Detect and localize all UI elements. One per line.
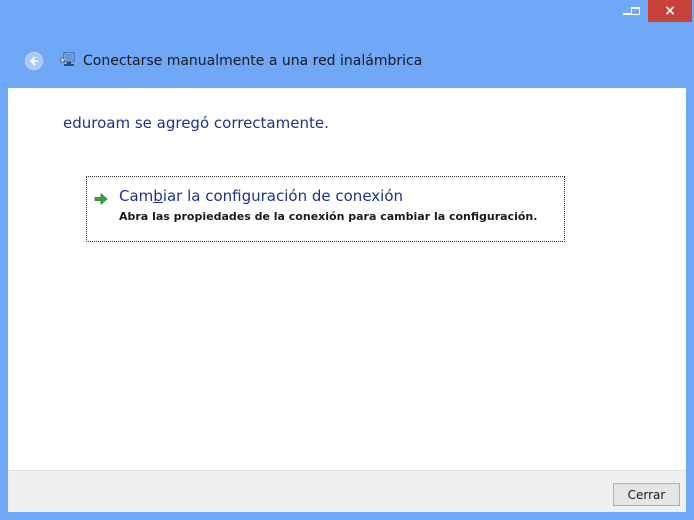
close-button[interactable]: Cerrar — [613, 483, 680, 506]
option-title-pre: Cam — [119, 187, 154, 205]
dialog-window: × Conectarse manualmente a una red inalá… — [0, 0, 694, 520]
option-description: Abra las propiedades de la conexión para… — [119, 210, 538, 223]
option-title-accelerator: b — [153, 187, 163, 205]
close-icon: × — [664, 3, 676, 19]
close-window-button[interactable]: × — [648, 0, 692, 22]
footer-bar: Cerrar — [8, 470, 686, 512]
change-connection-settings-option[interactable]: Cambiar la configuración de conexión Abr… — [86, 176, 565, 242]
network-icon — [60, 52, 75, 66]
option-title: Cambiar la configuración de conexión — [119, 187, 403, 205]
green-arrow-icon — [94, 193, 108, 205]
title-bar[interactable]: × — [0, 0, 694, 36]
wizard-title: Conectarse manualmente a una red inalámb… — [83, 53, 423, 69]
wizard-header: Conectarse manualmente a una red inalámb… — [0, 36, 694, 88]
success-message: eduroam se agregó correctamente. — [63, 114, 329, 132]
maximize-icon — [630, 7, 640, 15]
maximize-button[interactable] — [622, 0, 648, 22]
back-arrow-icon — [29, 56, 38, 66]
option-title-post: iar la configuración de conexión — [162, 187, 404, 205]
back-button[interactable] — [25, 52, 43, 70]
content-area: eduroam se agregó correctamente. Cambiar… — [8, 88, 686, 470]
